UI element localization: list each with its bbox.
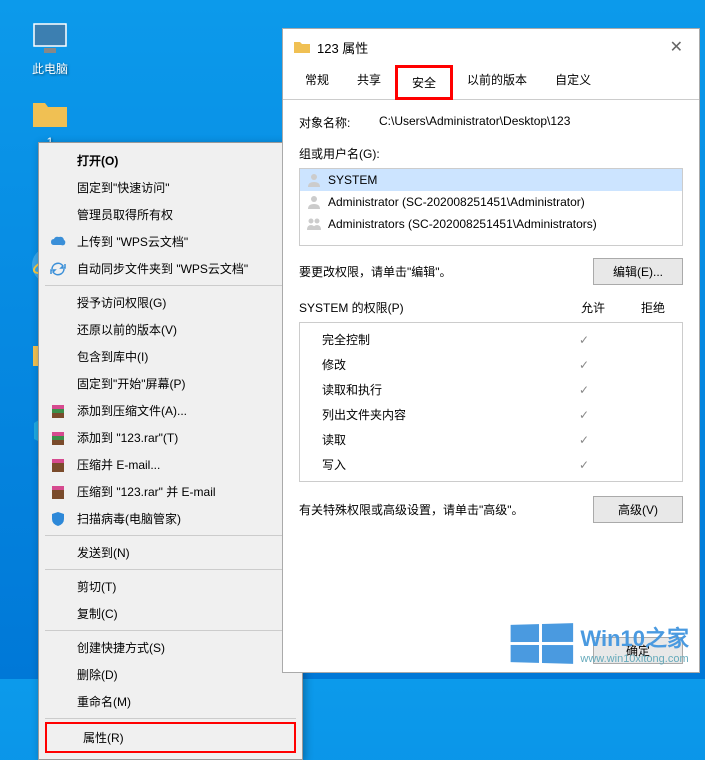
object-name-value: C:\Users\Administrator\Desktop\123 [379, 114, 683, 131]
menu-compress-email[interactable]: 压缩并 E-mail... [41, 451, 300, 478]
menu-upload-wps[interactable]: 上传到 "WPS云文档" [41, 228, 300, 255]
menu-rename[interactable]: 重命名(M) [41, 688, 300, 715]
user-icon [306, 194, 322, 210]
rar-icon [49, 402, 67, 420]
menu-open[interactable]: 打开(O) [41, 147, 300, 174]
edit-button[interactable]: 编辑(E)... [593, 258, 683, 285]
menu-separator [45, 535, 296, 536]
perm-row: 读取和执行✓ [308, 377, 674, 402]
perm-row: 读取✓ [308, 427, 674, 452]
advanced-button[interactable]: 高级(V) [593, 496, 683, 523]
shield-icon [49, 510, 67, 528]
menu-separator [45, 630, 296, 631]
watermark-url: www.win10xitong.com [580, 653, 689, 665]
rar-icon [49, 429, 67, 447]
menu-separator [45, 285, 296, 286]
menu-separator [45, 569, 296, 570]
user-item-admin[interactable]: Administrator (SC-202008251451\Administr… [300, 191, 682, 213]
perm-row: 完全控制✓ [308, 327, 674, 352]
user-item-admins[interactable]: Administrators (SC-202008251451\Administ… [300, 213, 682, 235]
edit-text: 要更改权限，请单击"编辑"。 [299, 263, 452, 280]
menu-properties[interactable]: 属性(R) [45, 722, 296, 753]
object-name-label: 对象名称: [299, 114, 379, 131]
user-icon [306, 172, 322, 188]
tab-previous[interactable]: 以前的版本 [453, 65, 541, 99]
menu-shortcut[interactable]: 创建快捷方式(S) [41, 634, 300, 661]
perm-deny-header: 拒绝 [623, 299, 683, 316]
context-menu: 打开(O) 固定到"快速访问" 管理员取得所有权 上传到 "WPS云文档" 自动… [38, 142, 303, 760]
sync-icon [49, 260, 67, 278]
cloud-icon [49, 233, 67, 251]
menu-pin-quick[interactable]: 固定到"快速访问" [41, 174, 300, 201]
menu-delete[interactable]: 删除(D) [41, 661, 300, 688]
group-user-label: 组或用户名(G): [299, 145, 683, 162]
menu-cut[interactable]: 剪切(T) [41, 573, 300, 600]
menu-pin-start[interactable]: 固定到"开始"屏幕(P) [41, 370, 300, 397]
menu-restore-prev[interactable]: 还原以前的版本(V) [41, 316, 300, 343]
menu-add-123rar[interactable]: 添加到 "123.rar"(T) [41, 424, 300, 451]
tab-share[interactable]: 共享 [343, 65, 395, 99]
desktop-icon-label: 此电脑 [32, 60, 68, 77]
advanced-text: 有关特殊权限或高级设置，请单击"高级"。 [299, 501, 524, 518]
group-icon [306, 216, 322, 232]
titlebar[interactable]: 123 属性 ✕ [283, 29, 699, 65]
user-list[interactable]: SYSTEM Administrator (SC-202008251451\Ad… [299, 168, 683, 246]
properties-dialog: 123 属性 ✕ 常规 共享 安全 以前的版本 自定义 对象名称: C:\Use… [282, 28, 700, 673]
watermark: Win10之家 www.win10xitong.com [509, 621, 689, 665]
close-button[interactable]: ✕ [664, 37, 689, 57]
check-icon: ✓ [554, 333, 614, 347]
menu-scan-virus[interactable]: 扫描病毒(电脑管家) [41, 505, 300, 532]
rar-icon [49, 456, 67, 474]
menu-add-archive[interactable]: 添加到压缩文件(A)... [41, 397, 300, 424]
perm-row: 写入✓ [308, 452, 674, 477]
windows-logo-icon [511, 623, 574, 664]
menu-sync-wps[interactable]: 自动同步文件夹到 "WPS云文档" [41, 255, 300, 282]
check-icon: ✓ [554, 358, 614, 372]
perm-label: SYSTEM 的权限(P) [299, 299, 563, 316]
desktop-icon-this-pc[interactable]: 此电脑 [15, 20, 85, 77]
folder-icon [293, 39, 311, 55]
menu-grant-access[interactable]: 授予访问权限(G)▶ [41, 289, 300, 316]
menu-compress-123-email[interactable]: 压缩到 "123.rar" 并 E-mail [41, 478, 300, 505]
watermark-title: Win10之家 [580, 621, 689, 653]
menu-separator [45, 718, 296, 719]
menu-copy[interactable]: 复制(C) [41, 600, 300, 627]
perm-allow-header: 允许 [563, 299, 623, 316]
rar-icon [49, 483, 67, 501]
user-item-system[interactable]: SYSTEM [300, 169, 682, 191]
tab-general[interactable]: 常规 [291, 65, 343, 99]
perm-row: 列出文件夹内容✓ [308, 402, 674, 427]
menu-include-lib[interactable]: 包含到库中(I)▶ [41, 343, 300, 370]
check-icon: ✓ [554, 408, 614, 422]
tabs: 常规 共享 安全 以前的版本 自定义 [283, 65, 699, 100]
dialog-body: 对象名称: C:\Users\Administrator\Desktop\123… [283, 100, 699, 628]
check-icon: ✓ [554, 458, 614, 472]
permissions-table: 完全控制✓ 修改✓ 读取和执行✓ 列出文件夹内容✓ 读取✓ 写入✓ [299, 322, 683, 482]
check-icon: ✓ [554, 383, 614, 397]
menu-admin-own[interactable]: 管理员取得所有权 [41, 201, 300, 228]
tab-security[interactable]: 安全 [395, 65, 453, 100]
menu-send-to[interactable]: 发送到(N)▶ [41, 539, 300, 566]
perm-row: 修改✓ [308, 352, 674, 377]
tab-custom[interactable]: 自定义 [541, 65, 605, 99]
check-icon: ✓ [554, 433, 614, 447]
dialog-title: 123 属性 [317, 38, 664, 57]
